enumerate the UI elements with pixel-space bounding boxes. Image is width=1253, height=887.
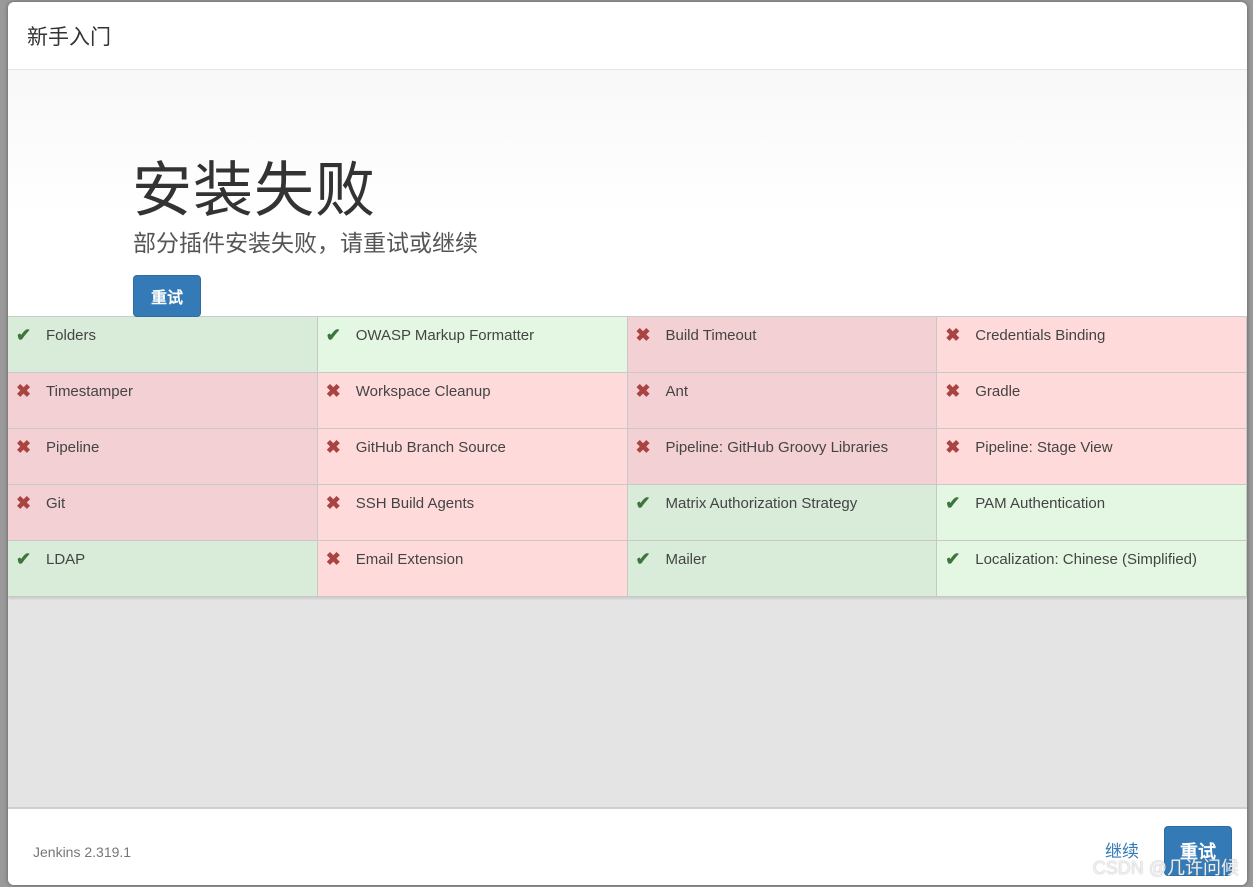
plugin-name: Pipeline: [46, 439, 100, 456]
check-icon: ✔: [16, 549, 32, 569]
plugin-name: Matrix Authorization Strategy: [665, 495, 858, 512]
cross-icon: ✖: [945, 381, 961, 401]
check-icon: ✔: [16, 325, 32, 345]
cross-icon: ✖: [635, 381, 651, 401]
page-subtitle: 部分插件安装失败，请重试或继续: [133, 231, 478, 257]
plugin-name: Credentials Binding: [975, 327, 1106, 344]
plugin-item: ✔ Matrix Authorization Strategy: [627, 485, 938, 541]
dialog-title: 新手入门: [27, 24, 111, 49]
check-icon: ✔: [635, 493, 651, 513]
plugin-name: Folders: [46, 327, 97, 344]
plugin-name: Pipeline: GitHub Groovy Libraries: [665, 439, 889, 456]
cross-icon: ✖: [325, 381, 341, 401]
plugin-item: ✖ SSH Build Agents: [317, 485, 628, 541]
plugin-item: ✖ Credentials Binding: [937, 317, 1247, 373]
cross-icon: ✖: [325, 549, 341, 569]
check-icon: ✔: [635, 549, 651, 569]
plugin-list: ✔ Folders ✔ OWASP Markup Formatter ✖ Build Ti…: [8, 316, 1247, 597]
plugin-name: Gradle: [975, 383, 1021, 400]
cross-icon: ✖: [325, 437, 341, 457]
plugin-item: ✔ Folders: [8, 317, 318, 373]
cross-icon: ✖: [945, 437, 961, 457]
plugin-item: ✔ Mailer: [627, 541, 938, 597]
plugin-name: SSH Build Agents: [355, 495, 475, 512]
plugin-name: LDAP: [46, 551, 86, 568]
plugin-name: Email Extension: [355, 551, 464, 568]
plugin-name: Timestamper: [46, 383, 133, 400]
dialog-body: 安装失败 部分插件安装失败，请重试或继续 重试 ✔ Folders ✔ OWASP M…: [8, 70, 1247, 807]
plugin-item: ✖ GitHub Branch Source: [317, 429, 628, 485]
dialog-footer: Jenkins 2.319.1 继续 重试: [8, 807, 1247, 885]
plugin-item: ✖ Git: [8, 485, 318, 541]
cross-icon: ✖: [16, 437, 32, 457]
plugin-name: GitHub Branch Source: [355, 439, 506, 456]
cross-icon: ✖: [16, 381, 32, 401]
plugin-item: ✖ Pipeline: [8, 429, 318, 485]
plugin-item: ✖ Gradle: [937, 373, 1247, 429]
check-icon: ✔: [945, 549, 961, 569]
dialog-header: 新手入门: [8, 2, 1247, 70]
plugin-name: Mailer: [665, 551, 707, 568]
cross-icon: ✖: [945, 325, 961, 345]
plugin-name: PAM Authentication: [975, 495, 1106, 512]
cross-icon: ✖: [635, 325, 651, 345]
check-icon: ✔: [325, 325, 341, 345]
plugin-item: ✔ LDAP: [8, 541, 318, 597]
plugin-name: Workspace Cleanup: [355, 383, 491, 400]
cross-icon: ✖: [635, 437, 651, 457]
plugin-name: Git: [46, 495, 66, 512]
plugin-item: ✔ OWASP Markup Formatter: [317, 317, 628, 373]
plugin-item: ✔ Localization: Chinese (Simplified): [937, 541, 1247, 597]
plugin-item: ✖ Pipeline: Stage View: [937, 429, 1247, 485]
plugin-name: Build Timeout: [665, 327, 757, 344]
install-status-banner: 安装失败 部分插件安装失败，请重试或继续 重试: [8, 70, 1247, 317]
setup-wizard-dialog: 新手入门 安装失败 部分插件安装失败，请重试或继续 重试 ✔ Folders ✔ OW…: [8, 2, 1247, 885]
jenkins-version: Jenkins 2.319.1: [33, 844, 132, 860]
plugin-item: ✖ Pipeline: GitHub Groovy Libraries: [627, 429, 938, 485]
check-icon: ✔: [945, 493, 961, 513]
plugin-name: Localization: Chinese (Simplified): [975, 551, 1198, 568]
plugin-name: Pipeline: Stage View: [975, 439, 1113, 456]
plugin-item: ✖ Timestamper: [8, 373, 318, 429]
plugin-item: ✖ Ant: [627, 373, 938, 429]
plugin-item: ✖ Build Timeout: [627, 317, 938, 373]
retry-button[interactable]: 重试: [133, 275, 201, 317]
cross-icon: ✖: [325, 493, 341, 513]
plugin-item: ✖ Email Extension: [317, 541, 628, 597]
plugin-name: OWASP Markup Formatter: [355, 327, 535, 344]
plugin-item: ✖ Workspace Cleanup: [317, 373, 628, 429]
page-title: 安装失败: [132, 156, 376, 226]
plugin-name: Ant: [665, 383, 689, 400]
plugin-item: ✔ PAM Authentication: [937, 485, 1247, 541]
watermark: CSDN @几许问候: [1092, 858, 1239, 878]
cross-icon: ✖: [16, 493, 32, 513]
